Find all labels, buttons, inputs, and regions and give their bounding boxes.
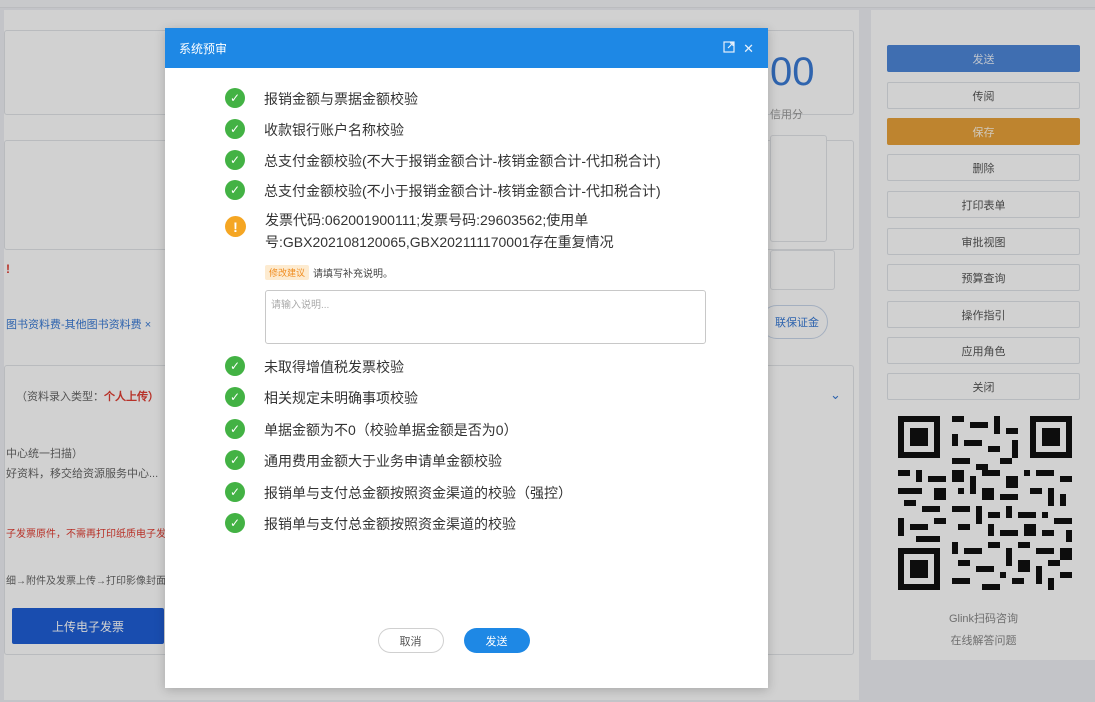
check-ok-icon: ✓: [225, 180, 245, 200]
expand-icon[interactable]: [723, 41, 735, 55]
check-item-text: 单据金额为不0（校验单据金额是否为0）: [264, 422, 518, 438]
fix-suggestion-text: 请填写补充说明。: [313, 269, 394, 280]
send-button[interactable]: 发送: [463, 628, 530, 653]
cancel-button[interactable]: 取消: [377, 628, 444, 653]
check-item-text: 相关规定未明确事项校验: [264, 390, 418, 406]
check-item-text: 总支付金额校验(不大于报销金额合计-核销金额合计-代扣税合计): [264, 153, 661, 169]
check-ok-icon: ✓: [225, 150, 245, 170]
explanation-input[interactable]: [265, 290, 706, 344]
check-item: ✓ 收款银行账户名称校验: [225, 119, 404, 141]
check-item-text: 未取得增值税发票校验: [264, 359, 404, 375]
check-item-text: 收款银行账户名称校验: [264, 122, 404, 138]
check-item-text: 发票代码:062001900111;发票号码:29603562;使用单号:GBX…: [265, 212, 614, 250]
dialog-title: 系统预审: [179, 41, 228, 56]
check-item: ✓ 相关规定未明确事项校验: [225, 387, 418, 409]
check-item: ✓ 单据金额为不0（校验单据金额是否为0）: [225, 419, 518, 441]
check-item-text: 总支付金额校验(不小于报销金额合计-核销金额合计-代扣税合计): [264, 183, 661, 199]
check-ok-icon: ✓: [225, 482, 245, 502]
check-item: ✓ 报销单与支付总金额按照资金渠道的校验: [225, 513, 516, 535]
check-item: ✓ 报销单与支付总金额按照资金渠道的校验（强控）: [225, 482, 572, 504]
check-ok-icon: ✓: [225, 387, 245, 407]
dialog-footer: 取消 发送: [165, 628, 768, 653]
check-item: ✓ 总支付金额校验(不大于报销金额合计-核销金额合计-代扣税合计): [225, 150, 661, 172]
close-icon[interactable]: ✕: [743, 42, 754, 55]
check-item: ✓ 报销金额与票据金额校验: [225, 88, 418, 110]
check-item: ✓ 未取得增值税发票校验: [225, 356, 404, 378]
check-item-warning: ! 发票代码:062001900111;发票号码:29603562;使用单号:G…: [225, 209, 665, 253]
check-item-text: 报销单与支付总金额按照资金渠道的校验（强控）: [264, 485, 572, 501]
dialog-header: 系统预审 ✕: [165, 28, 768, 68]
check-ok-icon: ✓: [225, 513, 245, 533]
check-ok-icon: ✓: [225, 356, 245, 376]
warning-icon: !: [225, 216, 246, 237]
check-item-text: 报销单与支付总金额按照资金渠道的校验: [264, 516, 516, 532]
check-ok-icon: ✓: [225, 419, 245, 439]
check-item-text: 报销金额与票据金额校验: [264, 91, 418, 107]
fix-suggestion-tag: 修改建议: [265, 265, 310, 280]
check-ok-icon: ✓: [225, 119, 245, 139]
check-ok-icon: ✓: [225, 88, 245, 108]
check-item-text: 通用费用金额大于业务申请单金额校验: [264, 453, 502, 469]
check-item: ✓ 通用费用金额大于业务申请单金额校验: [225, 450, 502, 472]
check-ok-icon: ✓: [225, 450, 245, 470]
check-item: ✓ 总支付金额校验(不小于报销金额合计-核销金额合计-代扣税合计): [225, 180, 661, 202]
fix-suggestion-row: 修改建议 请填写补充说明。: [265, 265, 393, 280]
pre-review-dialog: 系统预审 ✕ ✓ 报销金额与票据金额校验 ✓ 收款银行账户名称校验 ✓ 总支付金…: [165, 28, 768, 688]
